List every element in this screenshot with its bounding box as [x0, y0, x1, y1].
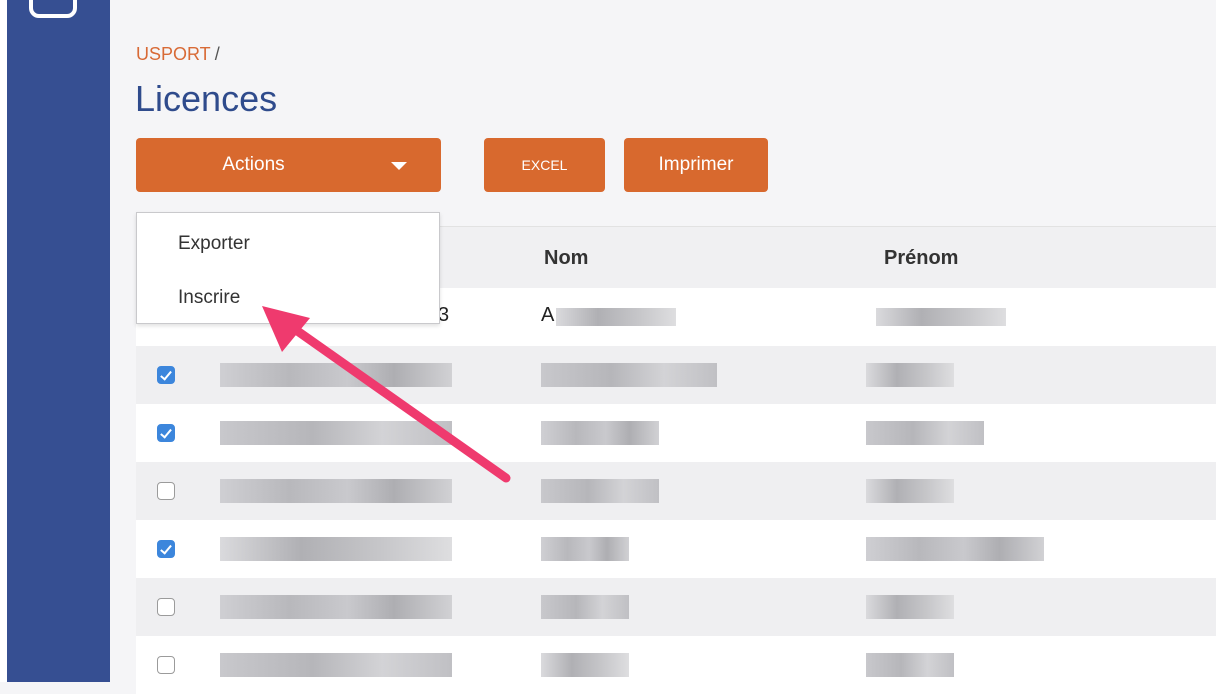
redacted-cell [556, 308, 676, 326]
actions-dropdown-button[interactable]: Actions [136, 138, 441, 192]
redacted-cell [866, 537, 1044, 561]
redacted-cell [220, 595, 452, 619]
redacted-cell [541, 537, 629, 561]
redacted-cell [541, 363, 717, 387]
actions-dropdown-menu: Exporter Inscrire [136, 212, 440, 324]
print-button[interactable]: Imprimer [624, 138, 768, 192]
redacted-cell [866, 479, 954, 503]
breadcrumb: USPORT / [136, 44, 220, 65]
menu-item-inscrire[interactable]: Inscrire [178, 287, 240, 309]
excel-export-button[interactable]: EXCEL [484, 138, 605, 192]
redacted-cell [541, 421, 659, 445]
redacted-cell [541, 595, 629, 619]
table-row[interactable] [136, 462, 1216, 520]
row-nom-fragment: A [541, 304, 555, 326]
app-logo-icon[interactable] [29, 0, 77, 18]
redacted-cell [220, 479, 452, 503]
table-row[interactable] [136, 578, 1216, 636]
redacted-cell [876, 308, 1006, 326]
caret-down-icon [391, 162, 407, 170]
row-checkbox[interactable] [157, 482, 175, 500]
redacted-cell [866, 363, 954, 387]
table-row[interactable] [136, 404, 1216, 462]
actions-button-label: Actions [222, 154, 285, 175]
sidebar [0, 0, 110, 682]
menu-item-exporter[interactable]: Exporter [178, 233, 250, 255]
breadcrumb-separator: / [214, 44, 220, 64]
row-checkbox[interactable] [157, 598, 175, 616]
row-checkbox[interactable] [157, 656, 175, 674]
redacted-cell [220, 537, 452, 561]
table-row[interactable] [136, 520, 1216, 578]
redacted-cell [541, 653, 629, 677]
row-checkbox[interactable] [157, 540, 175, 558]
row-checkbox[interactable] [157, 424, 175, 442]
column-header-prenom[interactable]: Prénom [884, 247, 958, 270]
page-title: Licences [135, 78, 278, 119]
table-row[interactable] [136, 346, 1216, 404]
redacted-cell [541, 479, 659, 503]
redacted-cell [220, 421, 452, 445]
breadcrumb-root[interactable]: USPORT [136, 44, 211, 64]
main-content: USPORT / Licences Actions EXCEL Imprimer … [110, 0, 1216, 694]
row-checkbox[interactable] [157, 366, 175, 384]
redacted-cell [220, 363, 452, 387]
redacted-cell [866, 595, 954, 619]
redacted-cell [866, 653, 954, 677]
column-header-nom[interactable]: Nom [544, 247, 588, 270]
table-row[interactable] [136, 636, 1216, 694]
redacted-cell [220, 653, 452, 677]
redacted-cell [866, 421, 984, 445]
